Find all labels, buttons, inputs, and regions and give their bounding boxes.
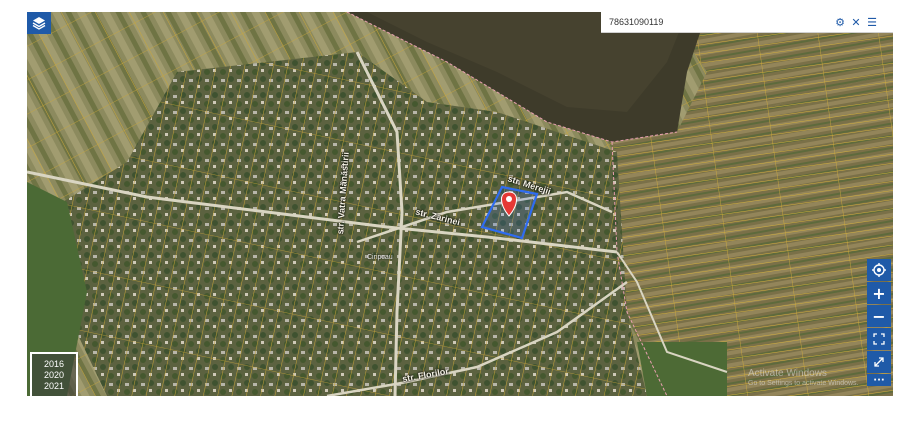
map-toolbar: + − ··· [867,259,891,387]
menu-icon[interactable]: ☰ [865,15,879,29]
year-option-2021[interactable]: 2021 [44,381,64,392]
watermark-title: Activate Windows [748,368,827,379]
layers-icon [32,17,46,30]
map-view[interactable]: str. Merejii str. Zarinei str. Vatra Măn… [27,12,893,396]
close-icon[interactable]: ✕ [849,15,863,29]
more-icon: ··· [873,374,885,386]
activation-watermark: Activate Windows Go to Settings to activ… [748,368,859,387]
zoom-out-button[interactable]: − [867,305,891,327]
plus-icon: + [872,283,886,303]
locate-button[interactable] [867,259,891,281]
minus-icon: − [872,306,886,326]
village-label: Ciripcau [367,254,393,261]
more-button[interactable]: ··· [867,374,891,386]
expand-icon [873,333,885,345]
year-option-2020[interactable]: 2020 [44,370,64,381]
shrink-button[interactable] [867,351,891,373]
fullscreen-button[interactable] [867,328,891,350]
year-selector: 2016 2020 2021 [30,352,78,398]
year-option-2016[interactable]: 2016 [44,359,64,370]
watermark-subtitle: Go to Settings to activate Windows. [748,380,859,387]
gear-icon[interactable]: ⚙ [833,15,847,29]
satellite-imagery [27,12,893,396]
zoom-in-button[interactable]: + [867,282,891,304]
locate-icon [872,263,886,277]
shrink-icon [874,357,884,367]
search-bar: ⚙ ✕ ☰ [601,12,893,33]
search-input[interactable] [607,16,831,28]
layers-button[interactable] [27,12,51,34]
